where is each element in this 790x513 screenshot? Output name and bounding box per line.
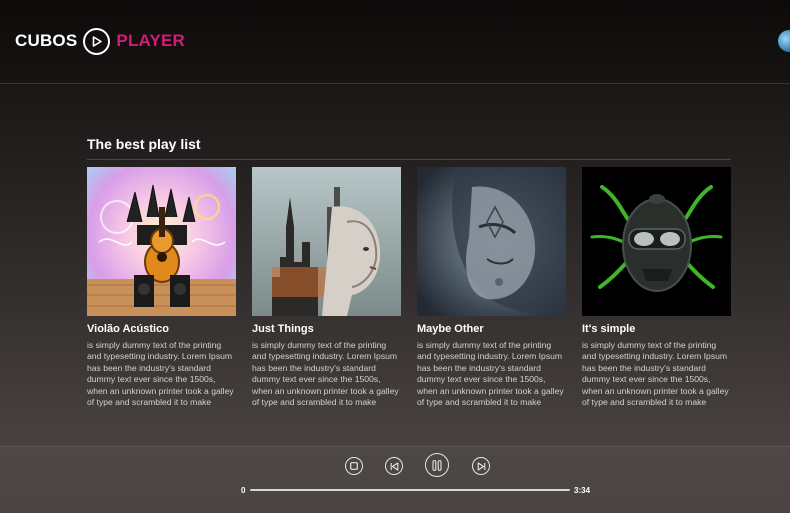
playlist-title[interactable]: Maybe Other <box>417 323 566 335</box>
section-title: The best play list <box>87 136 201 152</box>
playlist-grid: Violão Acústico is simply dummy text of … <box>87 167 732 427</box>
user-avatar[interactable] <box>778 30 790 52</box>
current-time: 0 <box>241 486 246 495</box>
playlist-card[interactable]: Maybe Other is simply dummy text of the … <box>417 167 566 420</box>
playlist-cover-image[interactable] <box>87 167 236 316</box>
pause-button[interactable] <box>425 453 449 477</box>
previous-button[interactable] <box>385 457 403 475</box>
playlist-card[interactable]: Just Things is simply dummy text of the … <box>252 167 401 420</box>
playlist-description: is simply dummy text of the printing and… <box>582 340 729 408</box>
playlist-cover-image[interactable] <box>417 167 566 316</box>
playlist-description: is simply dummy text of the printing and… <box>252 340 399 408</box>
playlist-card[interactable]: It's simple is simply dummy text of the … <box>582 167 731 420</box>
section-divider <box>87 159 731 160</box>
stop-icon <box>350 462 358 470</box>
total-time: 3:34 <box>574 486 591 495</box>
pause-icon <box>432 459 442 471</box>
playlist-description: is simply dummy text of the printing and… <box>417 340 564 408</box>
logo-text-player: PLAYER <box>116 31 186 50</box>
stop-button[interactable] <box>345 457 363 475</box>
next-button[interactable] <box>472 457 490 475</box>
playlist-cover-image[interactable] <box>252 167 401 316</box>
app-logo[interactable]: CUBOS PLAYER <box>15 27 185 55</box>
app-header: CUBOS PLAYER <box>0 0 790 84</box>
next-icon <box>477 461 485 471</box>
player-bar: 0 3:34 <box>0 446 790 513</box>
progress-bar[interactable] <box>250 489 570 491</box>
playlist-description: is simply dummy text of the printing and… <box>87 340 234 408</box>
previous-icon <box>390 461 398 471</box>
playlist-card[interactable]: Violão Acústico is simply dummy text of … <box>87 167 236 420</box>
playlist-title[interactable]: Violão Acústico <box>87 323 236 335</box>
playlist-title[interactable]: It's simple <box>582 323 731 335</box>
playlist-cover-image[interactable] <box>582 167 731 316</box>
logo-play-icon <box>83 27 111 55</box>
logo-text-cubos: CUBOS <box>15 31 78 50</box>
playlist-title[interactable]: Just Things <box>252 323 401 335</box>
